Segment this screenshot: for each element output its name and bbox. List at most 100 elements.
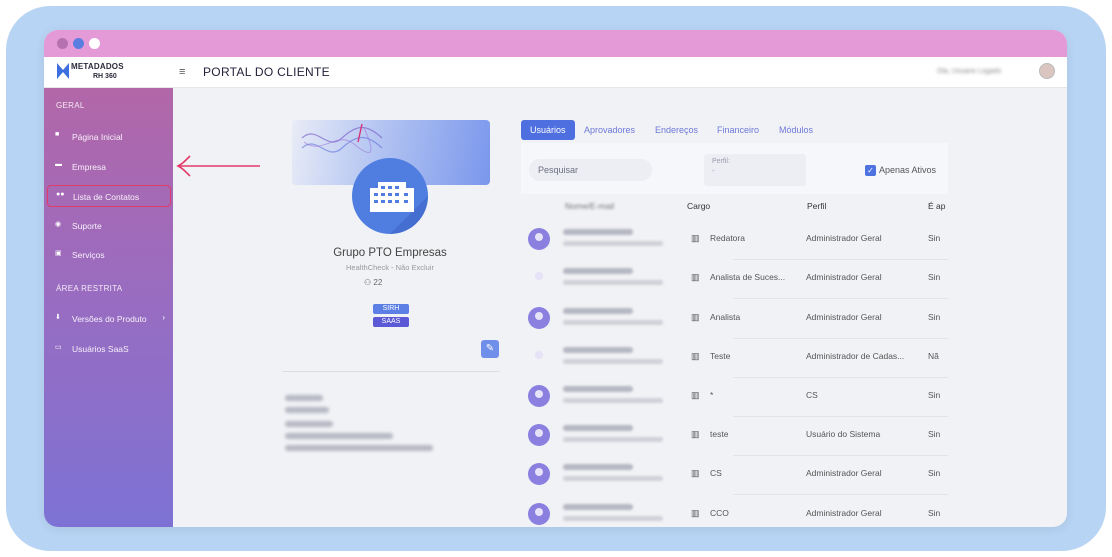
- table-row[interactable]: ▥ Teste Administrador de Cadas... Nã: [521, 338, 948, 376]
- blurred-detail-line: [285, 421, 333, 427]
- cell-cargo: *: [710, 390, 714, 400]
- user-avatar: [528, 385, 550, 407]
- table-row[interactable]: ▥ Analista de Suces... Administrador Ger…: [521, 259, 948, 297]
- sidebar-item-lista-de-contatos[interactable]: ●● Lista de Contatos: [47, 185, 171, 207]
- tag-saas: SAAS: [373, 317, 409, 327]
- tab-modulos[interactable]: Módulos: [779, 120, 813, 140]
- sidebar-item-label: Empresa: [72, 162, 107, 172]
- contacts-icon: ●●: [56, 191, 65, 198]
- users-icon: ⚇: [364, 278, 372, 287]
- company-users-count: ⚇ 22: [364, 278, 382, 287]
- sidebar-section-geral: GERAL: [56, 101, 85, 110]
- briefcase-icon: ▥: [691, 233, 700, 243]
- user-avatar[interactable]: [1039, 63, 1055, 79]
- sidebar-section-area-restrita: ÁREA RESTRITA: [56, 284, 123, 293]
- sidebar-item-usuarios-saas[interactable]: ▭ Usuários SaaS: [47, 338, 171, 360]
- browser-window: METADADOS RH 360 ≡ PORTAL DO CLIENTE Ola…: [44, 30, 1067, 527]
- cell-admin: Sin: [928, 508, 941, 518]
- table-row[interactable]: ▥ teste Usuário do Sistema Sin: [521, 416, 948, 454]
- blurred-user-email: [563, 516, 663, 521]
- user-avatar: [528, 463, 550, 485]
- edit-company-button[interactable]: ✎: [481, 340, 499, 358]
- window-dot-maximize[interactable]: [89, 38, 100, 49]
- blurred-user-email: [563, 398, 663, 403]
- building-icon: [370, 182, 428, 234]
- cell-cargo: Redatora: [710, 233, 745, 243]
- user-avatar: [528, 424, 550, 446]
- tab-financeiro[interactable]: Financeiro: [717, 120, 759, 140]
- cell-admin: Sin: [928, 233, 941, 243]
- column-header-cargo: Cargo: [687, 201, 711, 211]
- saas-icon: ▭: [55, 344, 62, 351]
- blurred-user-name: [563, 386, 633, 392]
- sidebar-item-label: Serviços: [72, 250, 105, 260]
- user-name[interactable]: Ola, Usuario Logado: [937, 68, 1001, 75]
- cell-admin: Sin: [928, 429, 941, 439]
- briefcase-icon: ▥: [691, 390, 700, 400]
- user-avatar: [528, 503, 550, 525]
- table-row[interactable]: ▥ CCO Administrador Geral Sin: [521, 495, 948, 527]
- support-icon: ◉: [55, 221, 62, 228]
- blurred-detail-line: [285, 407, 329, 413]
- tab-usuarios[interactable]: Usuários: [521, 120, 575, 140]
- cell-perfil: Administrador Geral: [806, 312, 882, 322]
- perfil-select-label: Perfil:: [712, 158, 730, 165]
- sidebar-item-versoes-do-produto[interactable]: ⬇ Versões do Produto ›: [47, 308, 171, 330]
- blurred-detail-line: [285, 395, 323, 401]
- table-row[interactable]: ▥ Analista Administrador Geral Sin: [521, 299, 948, 337]
- cell-perfil: Administrador Geral: [806, 272, 882, 282]
- download-icon: ⬇: [55, 314, 61, 321]
- cell-admin: Nã: [928, 351, 939, 361]
- table-row[interactable]: ▥ CS Administrador Geral Sin: [521, 455, 948, 493]
- briefcase-icon: ▥: [691, 312, 700, 322]
- perfil-select-value: -: [712, 168, 715, 175]
- blurred-user-email: [563, 280, 663, 285]
- blurred-user-email: [563, 241, 663, 246]
- sidebar-item-label: Usuários SaaS: [72, 344, 129, 354]
- sidebar-item-suporte[interactable]: ◉ Suporte: [47, 215, 171, 237]
- tab-aprovadores[interactable]: Aprovadores: [584, 120, 635, 140]
- page-title: PORTAL DO CLIENTE: [203, 65, 330, 79]
- cell-perfil: Administrador de Cadas...: [806, 351, 905, 361]
- search-input[interactable]: Pesquisar: [529, 159, 652, 181]
- cell-perfil: Administrador Geral: [806, 233, 882, 243]
- cell-cargo: CS: [710, 468, 722, 478]
- cell-perfil: CS: [806, 390, 818, 400]
- logo-text: METADADOS: [71, 62, 124, 71]
- user-avatar: [528, 307, 550, 329]
- blurred-user-name: [563, 464, 633, 470]
- cell-cargo: Analista: [710, 312, 741, 322]
- tag-sirh: SIRH: [373, 304, 409, 314]
- table-row[interactable]: ▥ Redatora Administrador Geral Sin: [521, 220, 948, 258]
- perfil-select[interactable]: Perfil: -: [704, 154, 806, 186]
- window-dot-minimize[interactable]: [73, 38, 84, 49]
- sidebar-item-pagina-inicial[interactable]: ■ Página Inicial: [47, 126, 171, 148]
- user-avatar: [528, 267, 550, 289]
- cell-admin: Sin: [928, 390, 941, 400]
- briefcase-icon: ▥: [691, 272, 700, 282]
- blurred-user-email: [563, 476, 663, 481]
- chevron-right-icon: ›: [162, 313, 165, 322]
- user-avatar: [528, 346, 550, 368]
- hamburger-menu-icon[interactable]: ≡: [179, 66, 185, 78]
- users-count-value: 22: [373, 278, 383, 287]
- briefcase-icon: ▥: [691, 508, 700, 518]
- cell-admin: Sin: [928, 468, 941, 478]
- blurred-user-email: [563, 437, 663, 442]
- table-row[interactable]: ▥ * CS Sin: [521, 377, 948, 415]
- company-subtitle: HealthCheck - Não Excluir: [346, 263, 434, 272]
- cell-perfil: Administrador Geral: [806, 468, 882, 478]
- logo-subtitle: RH 360: [93, 73, 117, 80]
- sidebar-item-label: Página Inicial: [72, 132, 123, 142]
- briefcase-icon: ▥: [691, 429, 700, 439]
- blurred-detail-line: [285, 433, 393, 439]
- briefcase-icon: ▥: [691, 468, 700, 478]
- sidebar-item-empresa[interactable]: ▬ Empresa: [47, 156, 171, 178]
- tab-enderecos[interactable]: Endereços: [655, 120, 698, 140]
- window-dot-close[interactable]: [57, 38, 68, 49]
- apenas-ativos-checkbox[interactable]: ✓: [865, 165, 876, 176]
- column-header-perfil: Perfil: [807, 201, 827, 211]
- annotation-arrow-icon: [176, 155, 260, 177]
- metadados-logo[interactable]: METADADOS RH 360: [55, 61, 135, 85]
- sidebar-item-servicos[interactable]: ▣ Serviços: [47, 244, 171, 266]
